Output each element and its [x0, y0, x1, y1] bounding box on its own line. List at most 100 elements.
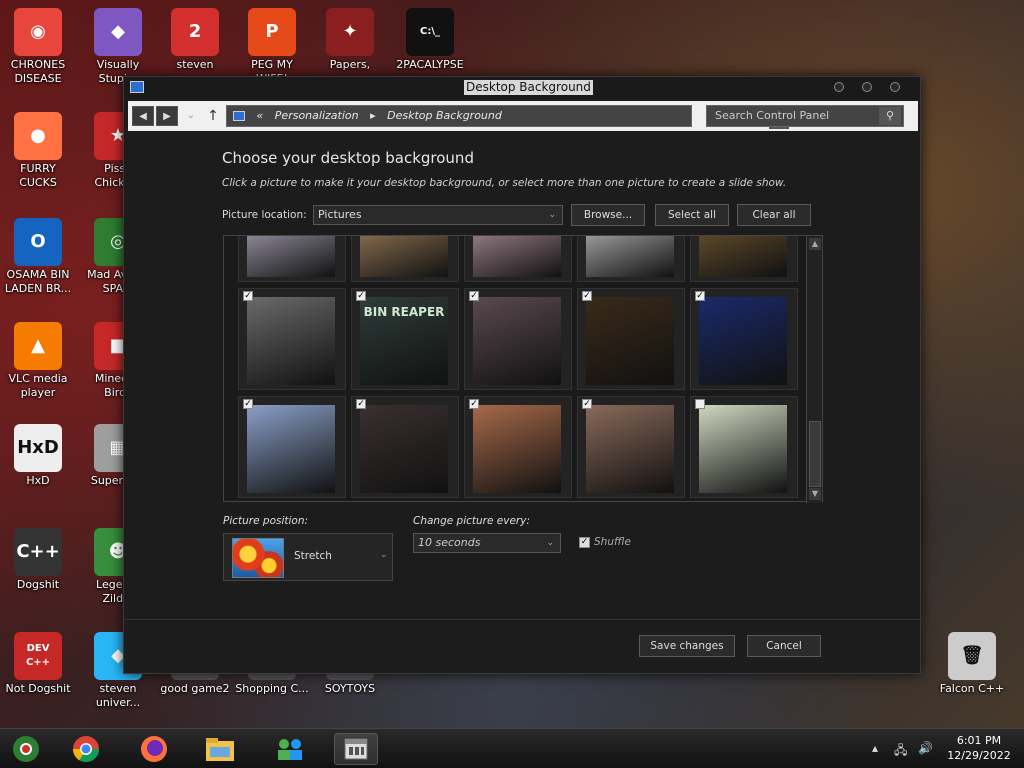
shuffle-checkbox[interactable]: ✓ [579, 537, 590, 548]
network-people-taskbar-icon[interactable] [270, 733, 310, 765]
desktop-icon[interactable]: ✦ Papers, [312, 8, 388, 72]
divider [124, 619, 922, 620]
clear-all-button[interactable]: Clear all [737, 204, 811, 226]
wallpaper-checkbox[interactable]: ✓ [356, 291, 366, 301]
forward-button[interactable]: ▶ [156, 106, 178, 126]
system-clock[interactable]: 6:01 PM 12/29/2022 [944, 733, 1014, 763]
desktop-icon-image: O [14, 218, 62, 266]
desktop-icon-label: steven [176, 58, 214, 71]
wallpaper-tile[interactable] [351, 236, 459, 282]
wallpaper-tile[interactable]: ✓ [577, 288, 685, 390]
wallpaper-tile[interactable] [238, 236, 346, 282]
browse-button[interactable]: Browse... [571, 204, 645, 226]
taskbar: ▴ 🖧 🔊 6:01 PM 12/29/2022 [0, 728, 1024, 768]
position-preview-thumbnail [232, 538, 284, 578]
save-changes-button[interactable]: Save changes [639, 635, 735, 657]
control-panel-icon [233, 111, 245, 121]
wallpaper-tile[interactable]: ✓ [238, 396, 346, 498]
wallpaper-tile[interactable] [464, 236, 572, 282]
wallpaper-tile[interactable]: ✓ [577, 396, 685, 498]
shuffle-label: Shuffle [594, 536, 631, 548]
desktop-icon[interactable]: DEV C++ Not Dogshit [0, 632, 76, 696]
desktop-background-window: Desktop Background ◀ ▶ ⌄ ↑ « Personaliza… [123, 76, 922, 674]
file-explorer-taskbar-icon[interactable] [200, 733, 240, 765]
show-hidden-icons[interactable]: ▴ [872, 741, 878, 755]
title-bar[interactable]: Desktop Background [124, 77, 920, 99]
up-arrow-icon[interactable]: ↑ [202, 106, 224, 126]
chrome-taskbar-icon[interactable] [66, 733, 106, 765]
wallpaper-thumbnail [247, 297, 335, 385]
firefox-taskbar-icon[interactable] [134, 733, 174, 765]
wallpaper-checkbox[interactable]: ✓ [695, 291, 705, 301]
desktop-icon-label: Falcon C++ [939, 682, 1005, 695]
content-area: Choose your desktop background Click a p… [124, 133, 922, 673]
desktop-icon-label: Dogshit [16, 578, 60, 591]
select-all-button[interactable]: Select all [655, 204, 729, 226]
scroll-thumb[interactable] [809, 421, 821, 487]
cancel-button[interactable]: Cancel [747, 635, 821, 657]
page-subtitle: Click a picture to make it your desktop … [222, 177, 787, 189]
desktop-icon[interactable]: C++ Dogshit [0, 528, 76, 592]
maximize-button[interactable] [862, 82, 872, 92]
minimize-button[interactable] [834, 82, 844, 92]
wallpaper-tile[interactable]: ✓ [464, 396, 572, 498]
desktop-icon-label: FURRY CUCKS [19, 162, 57, 189]
desktop-icon[interactable]: HxD HxD [0, 424, 76, 488]
picture-location-select[interactable]: Pictures ⌄ [313, 205, 563, 225]
desktop-icon[interactable]: 🗑 Falcon C++ [934, 632, 1010, 696]
wallpaper-checkbox[interactable]: ✓ [469, 399, 479, 409]
wallpaper-tile[interactable]: ✓ [464, 288, 572, 390]
wallpaper-checkbox[interactable]: ✓ [243, 399, 253, 409]
desktop-icon[interactable]: ● FURRY CUCKS [0, 112, 76, 190]
desktop-icon-image: ◉ [14, 8, 62, 56]
control-panel-taskbar-icon[interactable] [334, 733, 378, 765]
wallpaper-checkbox[interactable] [695, 399, 705, 409]
scroll-down-icon[interactable]: ▼ [809, 488, 821, 500]
desktop-icon[interactable]: 2 steven [157, 8, 233, 72]
desktop-icon-label: Papers, [329, 58, 371, 71]
search-icon[interactable]: ⚲ [879, 107, 901, 125]
picture-gallery: ✓ BIN REAPER ✓ ✓ ✓ ✓ ✓ ✓ ✓ ✓ [223, 235, 823, 502]
wallpaper-checkbox[interactable]: ✓ [582, 399, 592, 409]
picture-position-value: Stretch [294, 550, 332, 562]
search-input[interactable]: Search Control Panel ⚲ [706, 105, 904, 127]
scroll-up-icon[interactable]: ▲ [809, 238, 821, 250]
wallpaper-tile[interactable] [577, 236, 685, 282]
desktop-icon-image: 2 [171, 8, 219, 56]
desktop-icon[interactable]: ◉ CHRONES DISEASE [0, 8, 76, 86]
gallery-scrollbar[interactable]: ▲ ▼ [806, 236, 822, 503]
desktop-icon[interactable]: C:\_ 2PACALYPSE [392, 8, 468, 72]
wallpaper-checkbox[interactable]: ✓ [469, 291, 479, 301]
desktop-icon[interactable]: O OSAMA BIN LADEN BR... [0, 218, 76, 296]
wallpaper-thumbnail [473, 236, 561, 277]
picture-position-select[interactable]: Stretch ⌄ [223, 533, 393, 581]
volume-icon[interactable]: 🔊 [918, 741, 933, 755]
desktop-icon-image: HxD [14, 424, 62, 472]
breadcrumb-separator: ▸ [370, 109, 376, 122]
desktop-icon[interactable]: ▲ VLC media player [0, 322, 76, 400]
start-button[interactable] [6, 733, 46, 765]
change-picture-select[interactable]: 10 seconds ⌄ [413, 533, 561, 553]
wallpaper-tile[interactable]: ✓ [690, 288, 798, 390]
wallpaper-checkbox[interactable]: ✓ [582, 291, 592, 301]
breadcrumb-desktop-background[interactable]: Desktop Background [387, 109, 502, 122]
wallpaper-checkbox[interactable]: ✓ [356, 399, 366, 409]
desktop-icon-label: Not Dogshit [5, 682, 71, 695]
back-button[interactable]: ◀ [132, 106, 154, 126]
wallpaper-thumbnail [360, 405, 448, 493]
wallpaper-tile[interactable] [690, 396, 798, 498]
wallpaper-tile[interactable] [690, 236, 798, 282]
wallpaper-tile[interactable]: ✓ [238, 288, 346, 390]
desktop-icon[interactable]: ◆ Visually Stupi... [80, 8, 156, 86]
wallpaper-tile[interactable]: ✓ [351, 396, 459, 498]
wallpaper-checkbox[interactable]: ✓ [243, 291, 253, 301]
desktop-icon-image: 🗑 [948, 632, 996, 680]
recent-pages-icon[interactable]: ⌄ [180, 106, 202, 126]
address-bar[interactable]: « Personalization ▸ Desktop Background ↻ [226, 105, 789, 129]
desktop-icon[interactable]: PPEG MY WIFE! [234, 8, 310, 86]
close-button[interactable] [890, 82, 900, 92]
network-icon[interactable]: 🖧 [894, 741, 907, 762]
wallpaper-thumbnail [473, 405, 561, 493]
wallpaper-tile[interactable]: BIN REAPER ✓ [351, 288, 459, 390]
breadcrumb-personalization[interactable]: Personalization [275, 109, 359, 122]
